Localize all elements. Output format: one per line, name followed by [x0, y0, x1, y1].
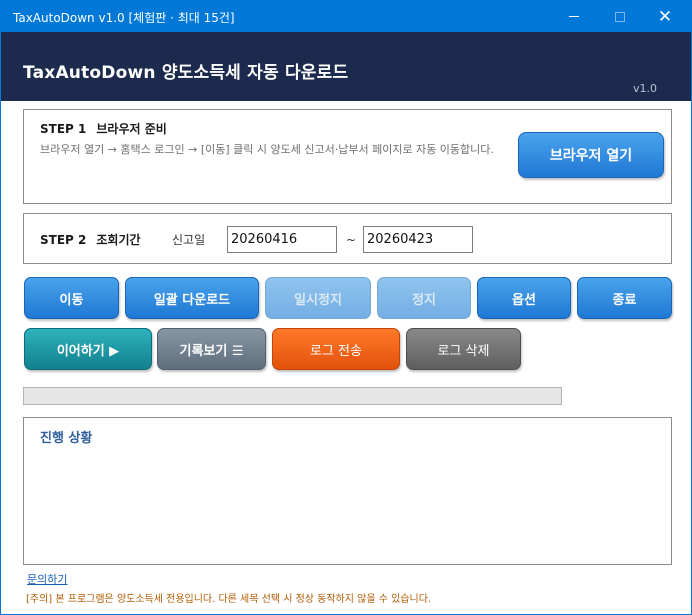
- maximize-button[interactable]: [597, 1, 643, 32]
- status-panel: 진행 상황: [23, 417, 672, 565]
- notice-text: [주의] 본 프로그램은 양도소득세 전용입니다. 다른 세목 선택 시 정상 …: [26, 594, 432, 605]
- move-button[interactable]: 이동: [24, 277, 119, 319]
- step1-label: 브라우저 준비: [96, 122, 167, 136]
- log-delete-button[interactable]: 로그 삭제: [406, 328, 521, 370]
- stop-button[interactable]: 정지: [377, 277, 471, 319]
- options-button[interactable]: 옵션: [477, 277, 571, 319]
- minimize-icon: [569, 16, 579, 17]
- date-to-field[interactable]: [363, 226, 473, 253]
- close-button[interactable]: ✕: [642, 1, 688, 32]
- title-bar: TaxAutoDown v1.0 [체험판 · 최대 15건] ✕: [1, 1, 691, 32]
- step1-title: STEP 1 브라우저 준비: [40, 120, 167, 137]
- version-label: v1.0: [632, 82, 657, 95]
- contact-link[interactable]: 문의하기: [27, 571, 67, 587]
- status-title: 진행 상황: [40, 431, 93, 446]
- step1-number: STEP 1: [40, 122, 87, 136]
- step1-panel: STEP 1 브라우저 준비 브라우저 열기 → 홈택스 로그인 → [이동] 클…: [23, 109, 672, 204]
- bulk-download-button[interactable]: 일괄 다운로드: [125, 277, 259, 319]
- app-window: TaxAutoDown v1.0 [체험판 · 최대 15건] ✕ TaxAut…: [0, 0, 692, 615]
- date-separator: ~: [346, 233, 357, 247]
- maximize-icon: [615, 11, 625, 22]
- progress-bar: [23, 387, 562, 405]
- app-header: TaxAutoDown 양도소득세 자동 다운로드 v1.0: [1, 32, 691, 101]
- step2-title: STEP 2 조회기간: [40, 231, 141, 248]
- resume-button[interactable]: 이어하기 ▶: [24, 328, 152, 370]
- open-browser-button[interactable]: 브라우저 열기: [518, 132, 664, 178]
- date-label: 신고일: [172, 233, 206, 247]
- minimize-button[interactable]: [551, 1, 597, 32]
- pause-button[interactable]: 일시정지: [265, 277, 371, 319]
- app-title: TaxAutoDown 양도소득세 자동 다운로드: [23, 63, 349, 83]
- step2-panel: STEP 2 조회기간 신고일 ~: [23, 213, 672, 264]
- close-icon: ✕: [657, 6, 673, 27]
- date-from-field[interactable]: [227, 226, 337, 253]
- window-title: TaxAutoDown v1.0 [체험판 · 최대 15건]: [13, 11, 235, 25]
- step2-number: STEP 2: [40, 233, 87, 247]
- exit-button[interactable]: 종료: [577, 277, 672, 319]
- step1-description: 브라우저 열기 → 홈택스 로그인 → [이동] 클릭 시 양도세 신고서·납부…: [40, 143, 494, 156]
- history-button[interactable]: 기록보기 ☰: [157, 328, 266, 370]
- log-send-button[interactable]: 로그 전송: [272, 328, 400, 370]
- step2-label: 조회기간: [96, 233, 141, 247]
